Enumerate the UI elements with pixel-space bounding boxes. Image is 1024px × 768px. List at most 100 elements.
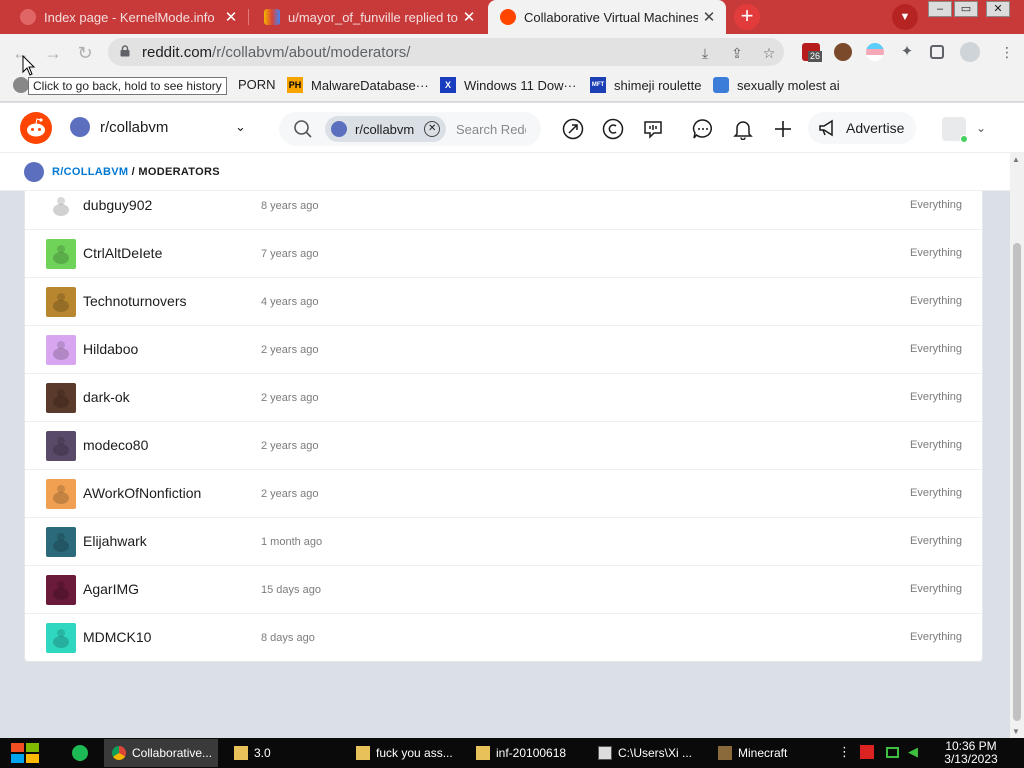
moderator-avatar[interactable] xyxy=(46,575,76,605)
minimize-button[interactable]: – xyxy=(928,1,952,17)
moderator-avatar[interactable] xyxy=(46,383,76,413)
bookmark-label: PORN xyxy=(238,77,276,92)
user-menu-chevron-icon[interactable]: ⌄ xyxy=(976,121,986,135)
forward-arrow-icon[interactable]: → xyxy=(42,42,64,64)
browser-tab-collaborative-vm[interactable]: Collaborative Virtual Machines! ✕ xyxy=(488,0,726,34)
search-bar[interactable]: r/collabvm ✕ Search Reddit xyxy=(279,112,541,146)
moderator-permissions: Everything xyxy=(910,487,962,499)
browser-menu-icon[interactable]: ⋮ xyxy=(998,43,1016,61)
tray-overflow-icon[interactable]: ⋮ xyxy=(838,745,852,759)
bookmark-star-icon[interactable]: ☆ xyxy=(760,44,778,62)
taskbar-item-chrome[interactable]: Collaborative... xyxy=(104,739,218,767)
create-post-plus-icon[interactable] xyxy=(772,118,794,140)
tab-search-chevron-icon[interactable]: ▼ xyxy=(892,4,918,30)
clear-chip-icon[interactable]: ✕ xyxy=(424,121,441,137)
network-icon[interactable] xyxy=(886,747,899,758)
scroll-up-arrow-icon[interactable]: ▲ xyxy=(1012,155,1020,164)
browser-tab-kernelmode[interactable]: Index page - KernelMode.info ✕ xyxy=(0,0,248,34)
moderator-username-link[interactable]: AgarIMG xyxy=(83,581,139,597)
bookmark-item-ai[interactable]: sexually molest ai xyxy=(713,77,840,93)
moderator-permissions: Everything xyxy=(910,295,962,307)
moderator-username-link[interactable]: MDMCK10 xyxy=(83,629,151,645)
system-clock[interactable]: 10:36 PM 3/13/2023 xyxy=(936,740,1006,766)
coins-icon[interactable] xyxy=(602,118,624,140)
minecraft-icon xyxy=(718,746,732,760)
community-avatar-icon xyxy=(331,121,347,137)
bookmark-icon xyxy=(13,77,29,93)
folder-icon xyxy=(476,746,490,760)
reddit-talk-icon[interactable] xyxy=(642,118,664,140)
taskbar-item-folder-3[interactable]: 3.0 xyxy=(226,739,334,767)
bookmark-item-shimeji[interactable]: MFT shimeji roulette xyxy=(590,77,701,93)
reload-icon[interactable]: ↻ xyxy=(74,42,96,64)
moderator-permissions: Everything xyxy=(910,631,962,643)
reddit-logo-icon[interactable] xyxy=(20,112,52,144)
windows-start-icon[interactable] xyxy=(8,740,42,766)
search-community-chip[interactable]: r/collabvm ✕ xyxy=(325,116,447,142)
spotify-icon[interactable] xyxy=(72,745,88,761)
chevron-down-icon[interactable]: ⌄ xyxy=(235,119,246,135)
close-tab-icon[interactable]: ✕ xyxy=(698,8,720,26)
moderator-username-link[interactable]: dubguy902 xyxy=(83,197,152,213)
moderator-since: 4 years ago xyxy=(261,296,319,308)
close-tab-icon[interactable]: ✕ xyxy=(458,8,480,26)
moderator-username-link[interactable]: Hildaboo xyxy=(83,341,138,357)
scroll-down-arrow-icon[interactable]: ▼ xyxy=(1012,727,1020,736)
share-icon[interactable]: ⇪ xyxy=(728,44,746,62)
new-tab-button[interactable]: + xyxy=(734,4,760,30)
moderator-avatar[interactable] xyxy=(46,287,76,317)
bookmark-item-windows11[interactable]: X Windows 11 Dow··· xyxy=(440,77,576,93)
search-icon xyxy=(294,120,312,138)
popular-arrow-icon[interactable] xyxy=(562,118,584,140)
install-app-icon[interactable]: ⤓ xyxy=(696,44,714,62)
chat-icon[interactable] xyxy=(692,118,714,140)
volume-icon[interactable]: ◀ xyxy=(908,745,922,759)
breadcrumb-community-link[interactable]: R/COLLABVM xyxy=(52,166,128,178)
moderator-since: 7 years ago xyxy=(261,248,319,260)
bookmark-item-porn[interactable]: PORN xyxy=(238,77,276,92)
taskbar-item-minecraft[interactable]: Minecraft xyxy=(710,739,822,767)
flag-icon[interactable] xyxy=(860,745,874,759)
moderator-username-link[interactable]: CtrlAltDeIete xyxy=(83,245,162,261)
moderator-username-link[interactable]: AWorkOfNonfiction xyxy=(83,485,201,501)
extension-avatar-icon[interactable] xyxy=(834,43,852,61)
moderator-username-link[interactable]: Elijahwark xyxy=(83,533,147,549)
extension-flag-icon[interactable] xyxy=(866,43,884,61)
taskbar-item-folder-inf[interactable]: inf-20100618 xyxy=(468,739,584,767)
profile-avatar-icon[interactable] xyxy=(960,42,980,62)
mouse-cursor-icon xyxy=(22,55,36,76)
moderator-username-link[interactable]: Technoturnovers xyxy=(83,293,187,309)
extensions-puzzle-icon[interactable]: ✦ xyxy=(898,43,916,61)
moderator-avatar[interactable] xyxy=(46,239,76,269)
moderator-avatar[interactable] xyxy=(46,527,76,557)
advertise-button[interactable]: Advertise xyxy=(808,112,916,144)
moderator-avatar[interactable] xyxy=(46,623,76,653)
taskbar-item-7zip[interactable]: C:\Users\Xi ... xyxy=(590,739,702,767)
notification-bell-icon[interactable] xyxy=(732,118,754,140)
address-bar[interactable]: reddit.com/r/collabvm/about/moderators/ … xyxy=(108,38,784,66)
taskbar-item-folder-2[interactable]: fuck you ass... xyxy=(348,739,460,767)
close-tab-icon[interactable]: ✕ xyxy=(220,8,242,26)
moderator-avatar[interactable] xyxy=(46,335,76,365)
close-window-button[interactable]: ✕ xyxy=(986,1,1010,17)
moderator-avatar[interactable] xyxy=(46,431,76,461)
community-selector[interactable]: r/collabvm xyxy=(70,117,168,137)
maximize-button[interactable]: ▭ xyxy=(954,1,978,17)
breadcrumb: R/COLLABVM / MODERATORS xyxy=(52,166,220,178)
page-scrollbar[interactable]: ▲ ▼ xyxy=(1010,153,1024,738)
extension-ublock-icon[interactable]: 26 xyxy=(802,43,823,62)
bookmark-item-malwaredatabase[interactable]: PH MalwareDatabase··· xyxy=(287,77,429,93)
taskbar-item-label: C:\Users\Xi ... xyxy=(618,746,693,760)
moderator-username-link[interactable]: dark-ok xyxy=(83,389,130,405)
lock-icon[interactable] xyxy=(120,45,130,57)
user-avatar[interactable] xyxy=(942,117,968,143)
browser-tab-reddit-reply[interactable]: u/mayor_of_funville replied to y ✕ xyxy=(250,0,486,34)
search-input[interactable]: Search Reddit xyxy=(456,122,526,137)
moderator-avatar[interactable] xyxy=(46,191,76,221)
moderator-since: 1 month ago xyxy=(261,536,323,548)
moderator-username-link[interactable]: modeco80 xyxy=(83,437,148,453)
side-panel-icon[interactable] xyxy=(930,45,944,59)
moderator-avatar[interactable] xyxy=(46,479,76,509)
globe-favicon-icon xyxy=(20,9,36,25)
scrollbar-thumb[interactable] xyxy=(1013,243,1021,721)
